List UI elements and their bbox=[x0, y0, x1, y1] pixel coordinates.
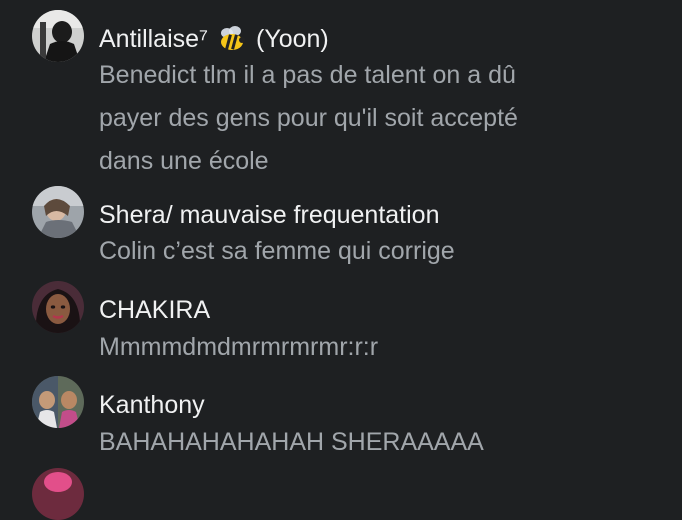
comment-item: CHAKIRA Mmmmdmdmrmrmrmr:r:r bbox=[0, 275, 682, 370]
comment-item: Shera/ mauvaise frequentation Colin c’es… bbox=[0, 180, 682, 275]
username[interactable]: CHAKIRA bbox=[99, 295, 210, 325]
username-text: Antillaise⁷ bbox=[99, 25, 209, 53]
avatar[interactable] bbox=[32, 186, 84, 238]
comment-item: Kanthony BAHAHAHAHAHAH SHERAAAAA bbox=[0, 370, 682, 465]
comment-text: BAHAHAHAHAHAH SHERAAAAA bbox=[99, 428, 484, 456]
comment-item: Antillaise⁷ (Yoon) Benedict tlm il a pas… bbox=[0, 0, 682, 180]
username[interactable]: Kanthony bbox=[99, 390, 205, 420]
avatar[interactable] bbox=[32, 468, 84, 520]
avatar[interactable] bbox=[32, 10, 84, 62]
comment-text: Mmmmdmdmrmrmrmr:r:r bbox=[99, 333, 379, 361]
comment-text: Colin c’est sa femme qui corrige bbox=[99, 237, 455, 265]
avatar[interactable] bbox=[32, 281, 84, 333]
comment-text: Benedict tlm il a pas de talent on a dû … bbox=[99, 61, 518, 175]
avatar[interactable] bbox=[32, 376, 84, 428]
username-suffix: (Yoon) bbox=[256, 25, 329, 53]
username[interactable]: Shera/ mauvaise frequentation bbox=[99, 200, 440, 230]
